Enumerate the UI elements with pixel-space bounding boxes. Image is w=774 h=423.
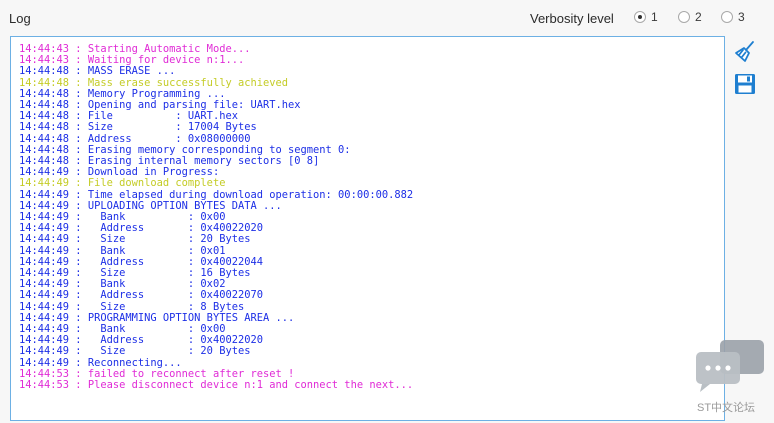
log-timestamp: 14:44:49 — [19, 278, 70, 291]
log-panel: Log Verbosity level 1 2 3 14:44:43 : Start… — [0, 0, 774, 423]
log-message: Download in Progress: — [87, 166, 220, 179]
forum-watermark: ST中文论坛 — [690, 338, 770, 420]
watermark-text: ST中文论坛 — [697, 402, 756, 414]
log-message: Address : 0x40022044 — [87, 255, 263, 268]
log-message: Waiting for device n:1... — [87, 54, 245, 67]
radio-label: 3 — [738, 10, 745, 24]
log-message: Bank : 0x02 — [87, 278, 226, 291]
floppy-disk-icon — [735, 74, 755, 94]
log-message: Time elapsed during download operation: … — [87, 188, 414, 201]
log-timestamp: 14:44:49 — [19, 323, 70, 336]
log-timestamp: 14:44:48 — [19, 155, 70, 168]
log-timestamp: 14:44:48 — [19, 76, 70, 89]
log-timestamp: 14:44:43 — [19, 43, 70, 55]
log-line: 14:44:53 : Please disconnect device n:1 … — [19, 379, 414, 392]
log-message: Size : 20 Bytes — [87, 345, 251, 358]
log-message: Starting Automatic Mode... — [87, 43, 251, 55]
log-console[interactable]: 14:44:43 : Starting Automatic Mode... 14:… — [10, 36, 725, 421]
log-timestamp: 14:44:49 — [19, 345, 70, 358]
clear-log-button[interactable] — [733, 40, 757, 64]
log-message: Opening and parsing file: UART.hex — [87, 99, 301, 112]
log-message: MASS ERASE ... — [87, 65, 176, 78]
log-timestamp: 14:44:48 — [19, 132, 70, 145]
log-message: PROGRAMMING OPTION BYTES AREA ... — [87, 311, 295, 324]
log-message: Please disconnect device n:1 and connect… — [87, 379, 414, 392]
log-message: File download complete — [87, 177, 226, 190]
log-timestamp: 14:44:49 — [19, 356, 70, 369]
radio-circle — [678, 11, 690, 23]
log-timestamp: 14:44:49 — [19, 222, 70, 235]
radio-label: 2 — [695, 10, 702, 24]
log-timestamp: 14:44:49 — [19, 188, 70, 201]
log-message: Size : 17004 Bytes — [87, 121, 257, 134]
log-message: Address : 0x40022020 — [87, 334, 263, 347]
log-timestamp: 14:44:49 — [19, 244, 70, 257]
broom-icon — [735, 41, 754, 62]
log-message: Mass erase successfully achieved — [87, 76, 289, 89]
log-message: Reconnecting... — [87, 356, 182, 369]
log-timestamp: 14:44:48 — [19, 110, 70, 123]
log-timestamp: 14:44:49 — [19, 300, 70, 313]
log-timestamp: 14:44:48 — [19, 121, 70, 134]
log-timestamp: 14:44:49 — [19, 233, 70, 246]
log-message: Size : 16 Bytes — [87, 267, 251, 280]
log-message: Erasing internal memory sectors [0 8] — [87, 155, 320, 168]
log-timestamp: 14:44:49 — [19, 267, 70, 280]
log-message: Address : 0x40022020 — [87, 222, 263, 235]
log-message: Size : 20 Bytes — [87, 233, 251, 246]
log-message: Bank : 0x00 — [87, 211, 226, 224]
log-timestamp: 14:44:43 — [19, 54, 70, 67]
log-timestamp: 14:44:49 — [19, 289, 70, 302]
radio-circle — [634, 11, 646, 23]
log-message: Erasing memory corresponding to segment … — [87, 143, 351, 156]
log-message: Memory Programming ... — [87, 87, 226, 100]
log-message: Bank : 0x00 — [87, 323, 226, 336]
log-timestamp: 14:44:48 — [19, 87, 70, 100]
log-timestamp: 14:44:48 — [19, 143, 70, 156]
log-timestamp: 14:44:53 — [19, 367, 70, 380]
radio-circle — [721, 11, 733, 23]
log-timestamp: 14:44:49 — [19, 177, 70, 190]
log-timestamp: 14:44:49 — [19, 334, 70, 347]
log-message: Address : 0x08000000 — [87, 132, 251, 145]
log-timestamp: 14:44:53 — [19, 379, 70, 392]
log-message: Address : 0x40022070 — [87, 289, 263, 302]
log-message: Bank : 0x01 — [87, 244, 226, 257]
log-message: File : UART.hex — [87, 110, 238, 123]
verbosity-radio-1[interactable]: 1 — [634, 10, 658, 24]
radio-label: 1 — [651, 10, 658, 24]
verbosity-label: Verbosity level — [530, 11, 614, 26]
log-message: UPLOADING OPTION BYTES DATA ... — [87, 199, 282, 212]
log-timestamp: 14:44:49 — [19, 166, 70, 179]
log-message: Size : 8 Bytes — [87, 300, 245, 313]
log-header: Log Verbosity level 1 2 3 — [0, 0, 774, 36]
log-timestamp: 14:44:48 — [19, 99, 70, 112]
chat-bubble-icon — [696, 340, 764, 392]
log-timestamp: 14:44:49 — [19, 255, 70, 268]
log-message: failed to reconnect after reset ! — [87, 367, 295, 380]
log-timestamp: 14:44:49 — [19, 211, 70, 224]
save-log-button[interactable] — [733, 72, 757, 96]
log-title: Log — [9, 11, 31, 26]
log-toolbar — [733, 40, 759, 104]
log-timestamp: 14:44:49 — [19, 199, 70, 212]
verbosity-radio-2[interactable]: 2 — [678, 10, 702, 24]
log-timestamp: 14:44:48 — [19, 65, 70, 78]
log-timestamp: 14:44:49 — [19, 311, 70, 324]
verbosity-radio-3[interactable]: 3 — [721, 10, 745, 24]
